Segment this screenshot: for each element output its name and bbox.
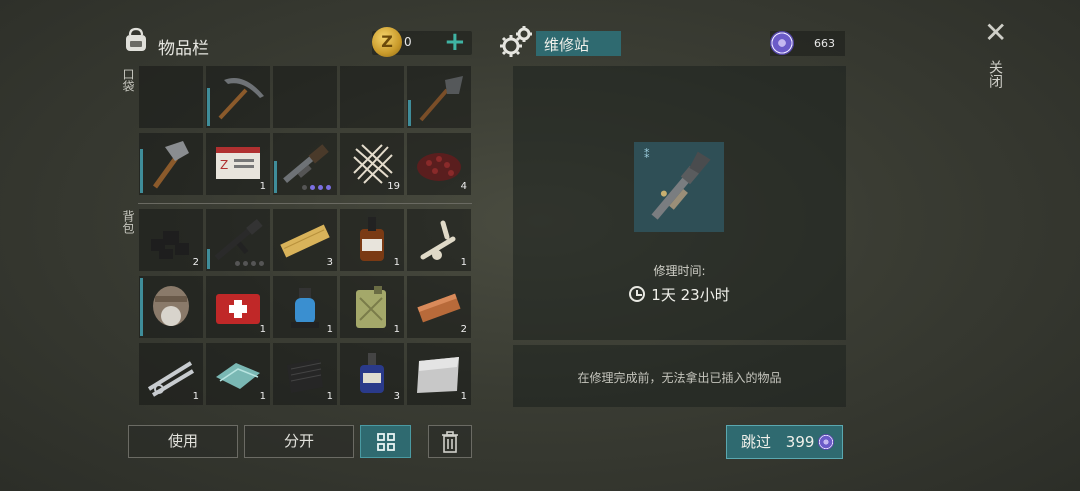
item-count: 1 [259,324,266,335]
item-count: 3 [393,391,400,402]
shotgun-icon: ⁑ [644,148,711,220]
item-count: 3 [326,257,333,268]
gears-icon [500,26,532,57]
inventory-slot-copper-bar[interactable]: 2 [407,276,471,338]
hatchet-icon [152,141,189,189]
inventory-slot-shovel[interactable] [407,66,471,128]
durability-bar [140,149,143,193]
inventory-slot-rubber[interactable]: 1 [273,343,337,405]
trash-button[interactable] [428,425,472,458]
mod-slot-dot [318,185,323,190]
repair-item-slot[interactable]: ⁑ [634,142,724,232]
inventory-title: 物品栏 [158,39,209,59]
skip-button[interactable]: 跳过 399 [726,425,843,459]
svg-text:⁑: ⁑ [644,148,650,161]
chip-icon [770,31,794,55]
mod-slot-dot [259,261,264,266]
mod-slot-dot [235,261,240,266]
backpack-icon [126,27,146,51]
item-count: 2 [460,324,467,335]
chip-icon [818,434,835,450]
inventory-slot-shotgun[interactable] [273,133,337,195]
inventory-slot-blue-bottle[interactable]: 3 [340,343,404,405]
inventory-slot-empty[interactable] [139,66,203,128]
close-label[interactable]: 关闭 [987,60,1005,88]
use-button[interactable]: 使用 [128,425,238,458]
inventory-slot-berries[interactable]: 4 [407,133,471,195]
skip-label: 跳过 [741,433,772,451]
clock-icon [629,286,646,302]
inventory-slot-jerrycan[interactable]: 1 [340,276,404,338]
mod-slot-dot [251,261,256,266]
section-divider [138,203,472,204]
shovel-icon [419,76,463,122]
inventory-slot-bones[interactable]: 1 [407,209,471,271]
mod-slots [302,185,331,190]
add-coins-button[interactable]: + [444,28,466,56]
item-count: 19 [387,181,400,192]
inventory-slot-hatchet[interactable] [139,133,203,195]
repair-station-tab[interactable]: 维修站 [536,31,621,56]
mod-slot-dot [243,261,248,266]
item-count: 1 [326,391,333,402]
item-count: 1 [259,181,266,192]
item-count: 4 [460,181,467,192]
inventory-slot-empty[interactable] [340,66,404,128]
inventory-slot-whiskey[interactable]: 1 [340,209,404,271]
item-count: 2 [192,257,199,268]
durability-bar [274,161,277,193]
fur-hat-icon [153,286,189,326]
mod-slot-dot [310,185,315,190]
inventory-slot-pickaxe[interactable] [206,66,270,128]
item-count: 1 [460,391,467,402]
inventory-slot-empty[interactable] [273,66,337,128]
repair-time-value: 1天 23小时 [513,284,846,305]
inventory-slot-coal[interactable]: 2 [139,209,203,271]
coin-icon: Z [372,27,402,57]
durability-bar [408,100,411,126]
durability-bar [140,278,143,336]
inventory-slot-wood-plank[interactable]: 3 [273,209,337,271]
inventory-slot-id-card[interactable]: Z1 [206,133,270,195]
split-button[interactable]: 分开 [244,425,354,458]
mod-slots [235,261,264,266]
item-count: 1 [326,324,333,335]
item-count: 1 [393,324,400,335]
inventory-slot-glass[interactable]: 1 [206,343,270,405]
item-count: 1 [460,257,467,268]
mod-slot-dot [302,185,307,190]
item-count: 1 [192,391,199,402]
grid-icon [376,433,395,451]
chip-amount: 663 [814,37,835,50]
backpack-label: 背包 [121,210,135,234]
inventory-slot-metal-sheet[interactable]: 1 [407,343,471,405]
inventory-slot-fur-hat[interactable] [139,276,203,338]
coin-amount: 0 [404,35,412,49]
skip-cost: 399 [785,433,815,451]
item-count: 1 [393,257,400,268]
pocket-label: 口袋 [121,68,135,92]
durability-bar [207,88,210,126]
durability-bar [207,249,210,269]
inventory-slot-rifle[interactable] [206,209,270,271]
grid-view-button[interactable] [360,425,411,458]
item-count: 1 [259,391,266,402]
mod-slot-dot [326,185,331,190]
inventory-slot-pipes[interactable]: 1 [139,343,203,405]
repair-duration: 1天 23小时 [651,286,730,304]
repair-note: 在修理完成前，无法拿出已插入的物品 [577,371,782,385]
svg-text:Z: Z [220,158,228,172]
trash-icon [442,431,458,453]
close-icon[interactable]: ✕ [984,18,1007,48]
inventory-slot-cloth[interactable]: 19 [340,133,404,195]
inventory-slot-first-aid-kit[interactable]: 1 [206,276,270,338]
pickaxe-icon [218,78,264,120]
repair-time-label: 修理时间: [653,264,706,278]
inventory-slot-water-pump[interactable]: 1 [273,276,337,338]
